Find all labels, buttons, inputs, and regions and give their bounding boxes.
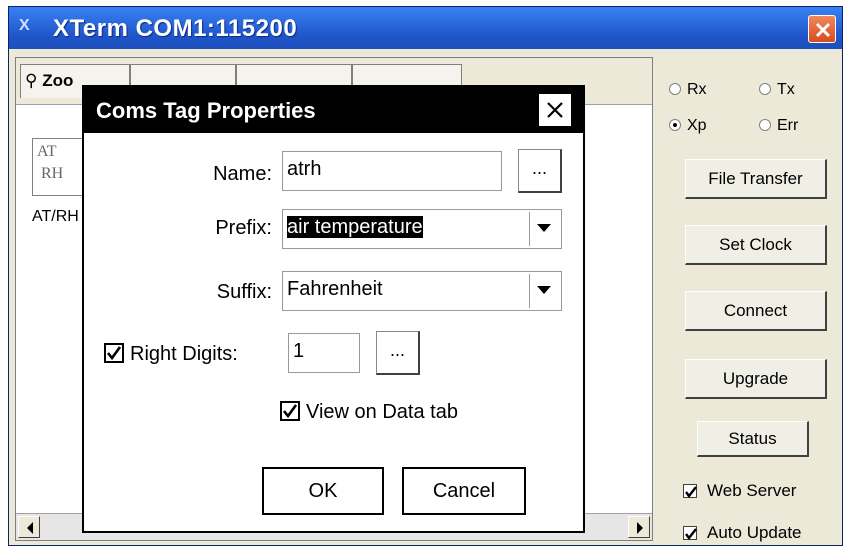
name-label: Name: [213,163,272,185]
status-button[interactable]: Status [697,421,809,457]
dialog-close-button[interactable] [537,92,573,128]
arrow-right-icon [637,522,643,534]
name-input[interactable]: atrh [282,151,502,191]
auto-update-checkbox[interactable]: Auto Update [683,523,802,543]
radio-xp-label: Xp [687,117,707,134]
prefix-dropdown-button[interactable] [529,212,559,246]
suffix-label: Suffix: [216,281,272,303]
chevron-down-icon [537,224,551,232]
scroll-right-button[interactable] [628,516,650,538]
coms-tag-properties-dialog: Coms Tag Properties Name: atrh ... Prefi… [82,85,585,533]
atrh-tag-label[interactable]: AT/RH [32,208,79,226]
chevron-down-icon [537,286,551,294]
radio-err-indicator [759,119,771,131]
right-control-panel: Rx Tx Xp Err File Transfer Set Clock Con… [657,57,837,543]
web-server-label: Web Server [707,481,797,500]
atrh-icon-line2: RH [41,165,64,182]
window-close-button[interactable] [808,15,836,43]
prefix-selected-value: air temperature [287,216,423,238]
suffix-selected-value: Fahrenheit [287,278,383,300]
radio-tx[interactable]: Tx [759,81,795,99]
xterm-app-icon: X [19,17,30,34]
title-bar[interactable]: X XTerm COM1:115200 [9,7,842,49]
right-digits-label: Right Digits: [130,343,238,365]
radio-xp-indicator [669,119,681,131]
upgrade-button[interactable]: Upgrade [685,359,827,399]
radio-rx[interactable]: Rx [669,81,707,99]
right-digits-check-box [104,343,124,363]
web-server-check-box [683,484,697,498]
suffix-select[interactable]: Fahrenheit [282,271,562,311]
arrow-left-icon [27,522,33,534]
view-on-data-tab-checkbox[interactable]: View on Data tab [280,401,458,424]
file-transfer-button[interactable]: File Transfer [685,159,827,199]
close-icon [547,102,563,118]
suffix-dropdown-button[interactable] [529,274,559,308]
close-icon [815,22,831,38]
window-title: XTerm COM1:115200 [53,15,298,42]
radio-err-label: Err [777,117,799,134]
auto-update-label: Auto Update [707,523,802,542]
radio-rx-label: Rx [687,81,707,98]
checkmark-icon [283,404,297,418]
prefix-select[interactable]: air temperature [282,209,562,249]
radio-tx-label: Tx [777,81,795,98]
radio-err[interactable]: Err [759,117,798,135]
web-server-checkbox[interactable]: Web Server [683,481,796,501]
right-digits-input[interactable]: 1 [288,333,360,373]
radio-rx-indicator [669,83,681,95]
dialog-title: Coms Tag Properties [96,98,316,123]
tab-zoom-label: Zoo [42,71,74,90]
set-clock-button[interactable]: Set Clock [685,225,827,265]
dialog-title-bar[interactable]: Coms Tag Properties [84,87,583,133]
ok-button[interactable]: OK [262,467,384,515]
checkmark-icon [685,528,697,540]
radio-xp[interactable]: Xp [669,117,707,135]
auto-update-check-box [683,526,697,540]
checkmark-icon [107,346,121,360]
cancel-button[interactable]: Cancel [402,467,526,515]
right-digits-checkbox[interactable]: Right Digits: [104,343,238,366]
connect-button[interactable]: Connect [685,291,827,331]
checkmark-icon [685,486,697,498]
magnifier-icon: ⚲ [25,71,38,90]
view-on-data-check-box [280,401,300,421]
atrh-tag-icon[interactable]: AT RH [32,138,88,196]
atrh-icon-line1: AT [37,143,57,160]
right-digits-browse-button[interactable]: ... [376,331,420,375]
radio-tx-indicator [759,83,771,95]
view-on-data-label: View on Data tab [306,401,458,423]
name-browse-button[interactable]: ... [518,149,562,193]
scroll-left-button[interactable] [18,516,40,538]
prefix-label: Prefix: [215,217,272,239]
